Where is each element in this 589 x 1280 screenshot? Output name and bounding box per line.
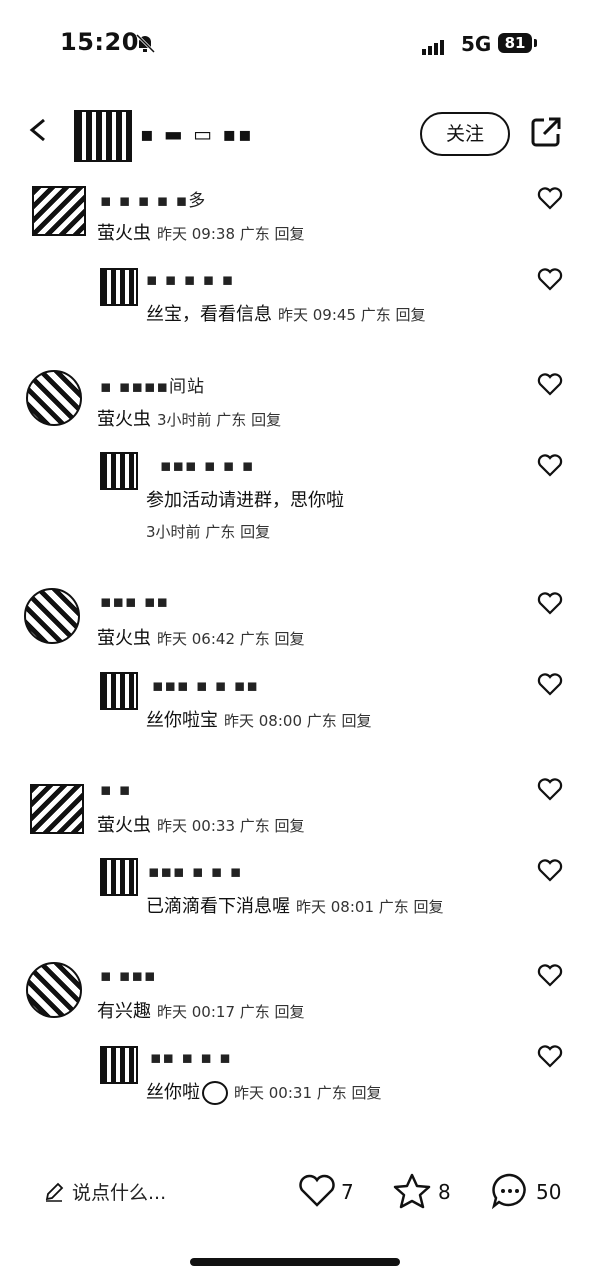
comment-text[interactable]: 萤火虫 昨天 09:38 广东 回复 bbox=[97, 219, 305, 245]
comment-username[interactable]: ▪▪▪ ▪▪ bbox=[100, 592, 169, 612]
avatar[interactable] bbox=[32, 186, 86, 236]
comment-username[interactable]: ▪ ▪ ▪ ▪ ▪多 bbox=[100, 186, 206, 211]
mute-bell-icon bbox=[135, 33, 156, 54]
favorite-star-icon[interactable] bbox=[392, 1172, 432, 1210]
reply-username[interactable]: ▪▪▪ ▪ ▪ ▪ bbox=[148, 862, 242, 882]
avatar[interactable] bbox=[26, 962, 82, 1018]
reply-username[interactable]: ▪▪ ▪ ▪ ▪ bbox=[150, 1048, 232, 1068]
reply-avatar[interactable] bbox=[100, 1046, 138, 1084]
like-heart-icon[interactable] bbox=[537, 858, 563, 882]
reply-username[interactable]: ▪▪▪ ▪ ▪ ▪ bbox=[160, 456, 254, 476]
reply-text[interactable]: 丝你啦宝 昨天 08:00 广东 回复 bbox=[146, 706, 372, 732]
favorite-count: 8 bbox=[438, 1180, 451, 1204]
reply-meta[interactable]: 昨天 00:31 广东 回复 bbox=[234, 1084, 382, 1102]
reply-meta[interactable]: 昨天 08:01 广东 回复 bbox=[296, 898, 444, 916]
comment-text[interactable]: 有兴趣 昨天 00:17 广东 回复 bbox=[97, 997, 305, 1023]
reply-body: 参加活动请进群，思你啦 bbox=[146, 490, 344, 511]
comment-meta[interactable]: 昨天 00:17 广东 回复 bbox=[157, 1003, 305, 1021]
avatar[interactable] bbox=[30, 784, 84, 834]
follow-button[interactable]: 关注 bbox=[420, 112, 510, 156]
like-heart-icon[interactable] bbox=[537, 963, 563, 987]
reply-text[interactable]: 参加活动请进群，思你啦 bbox=[146, 486, 344, 512]
reply-meta[interactable]: 昨天 08:00 广东 回复 bbox=[224, 712, 372, 730]
like-heart-icon[interactable] bbox=[298, 1172, 336, 1208]
reply-username[interactable]: ▪▪▪ ▪ ▪ ▪▪ bbox=[152, 676, 259, 696]
comment-body: 萤火虫 bbox=[97, 628, 151, 649]
comment-body: 萤火虫 bbox=[97, 815, 151, 836]
reply-text[interactable]: 丝宝，看看信息 昨天 09:45 广东 回复 bbox=[146, 300, 426, 326]
comment-username[interactable]: ▪ ▪▪▪ bbox=[100, 966, 157, 986]
reply-body: 丝你啦 bbox=[146, 1082, 200, 1103]
comment-meta[interactable]: 昨天 06:42 广东 回复 bbox=[157, 630, 305, 648]
signal-icon bbox=[422, 36, 446, 55]
like-heart-icon[interactable] bbox=[537, 186, 563, 210]
emoji-sticker-icon bbox=[202, 1081, 228, 1105]
comment-username[interactable]: ▪ ▪ bbox=[100, 780, 131, 800]
pencil-icon bbox=[45, 1182, 64, 1202]
comment-input[interactable]: 说点什么... bbox=[72, 1178, 166, 1205]
reply-avatar[interactable] bbox=[100, 672, 138, 710]
home-indicator bbox=[190, 1258, 400, 1266]
like-count: 7 bbox=[341, 1180, 354, 1204]
avatar[interactable] bbox=[24, 588, 80, 644]
like-heart-icon[interactable] bbox=[537, 453, 563, 477]
reply-avatar[interactable] bbox=[100, 452, 138, 490]
network-type: 5G bbox=[461, 32, 492, 56]
comment-body: 萤火虫 bbox=[97, 409, 151, 430]
comment-count: 50 bbox=[536, 1180, 562, 1204]
comment-text[interactable]: 萤火虫 昨天 06:42 广东 回复 bbox=[97, 624, 305, 650]
reply-body: 已滴滴看下消息喔 bbox=[146, 896, 290, 917]
comment-body: 萤火虫 bbox=[97, 223, 151, 244]
reply-text[interactable]: 丝你啦 昨天 00:31 广东 回复 bbox=[146, 1078, 382, 1105]
reply-meta[interactable]: 昨天 09:45 广东 回复 bbox=[278, 306, 426, 324]
reply-username[interactable]: ▪ ▪ ▪ ▪ ▪ bbox=[146, 270, 234, 290]
header-username[interactable]: ▪ ▬ ▭ ▪▪ bbox=[140, 122, 254, 146]
reply-avatar[interactable] bbox=[100, 858, 138, 896]
reply-body: 丝宝，看看信息 bbox=[146, 304, 272, 325]
share-icon[interactable] bbox=[530, 116, 562, 148]
reply-meta[interactable]: 3小时前 广东 回复 bbox=[146, 523, 270, 541]
like-heart-icon[interactable] bbox=[537, 591, 563, 615]
back-arrow-icon[interactable] bbox=[26, 116, 52, 142]
status-bar: 15:20 5G 81 bbox=[0, 0, 589, 90]
battery-icon: 81 bbox=[498, 33, 532, 53]
comment-text[interactable]: 萤火虫 3小时前 广东 回复 bbox=[97, 405, 281, 431]
avatar[interactable] bbox=[26, 370, 82, 426]
comment-bubble-icon[interactable] bbox=[490, 1172, 530, 1210]
status-time: 15:20 bbox=[60, 28, 139, 56]
comment-body: 有兴趣 bbox=[97, 1001, 151, 1022]
battery-tip bbox=[534, 39, 537, 47]
header-avatar[interactable] bbox=[74, 110, 132, 162]
like-heart-icon[interactable] bbox=[537, 267, 563, 291]
comment-meta[interactable]: 昨天 00:33 广东 回复 bbox=[157, 817, 305, 835]
like-heart-icon[interactable] bbox=[537, 1044, 563, 1068]
comment-meta[interactable]: 昨天 09:38 广东 回复 bbox=[157, 225, 305, 243]
reply-text[interactable]: 已滴滴看下消息喔 昨天 08:01 广东 回复 bbox=[146, 892, 444, 918]
reply-meta-row[interactable]: 3小时前 广东 回复 bbox=[140, 521, 270, 542]
like-heart-icon[interactable] bbox=[537, 777, 563, 801]
reply-avatar[interactable] bbox=[100, 268, 138, 306]
comment-username[interactable]: ▪ ▪▪▪▪间站 bbox=[100, 372, 205, 397]
like-heart-icon[interactable] bbox=[537, 672, 563, 696]
comment-text[interactable]: 萤火虫 昨天 00:33 广东 回复 bbox=[97, 811, 305, 837]
like-heart-icon[interactable] bbox=[537, 372, 563, 396]
reply-body: 丝你啦宝 bbox=[146, 710, 218, 731]
comment-meta[interactable]: 3小时前 广东 回复 bbox=[157, 411, 281, 429]
